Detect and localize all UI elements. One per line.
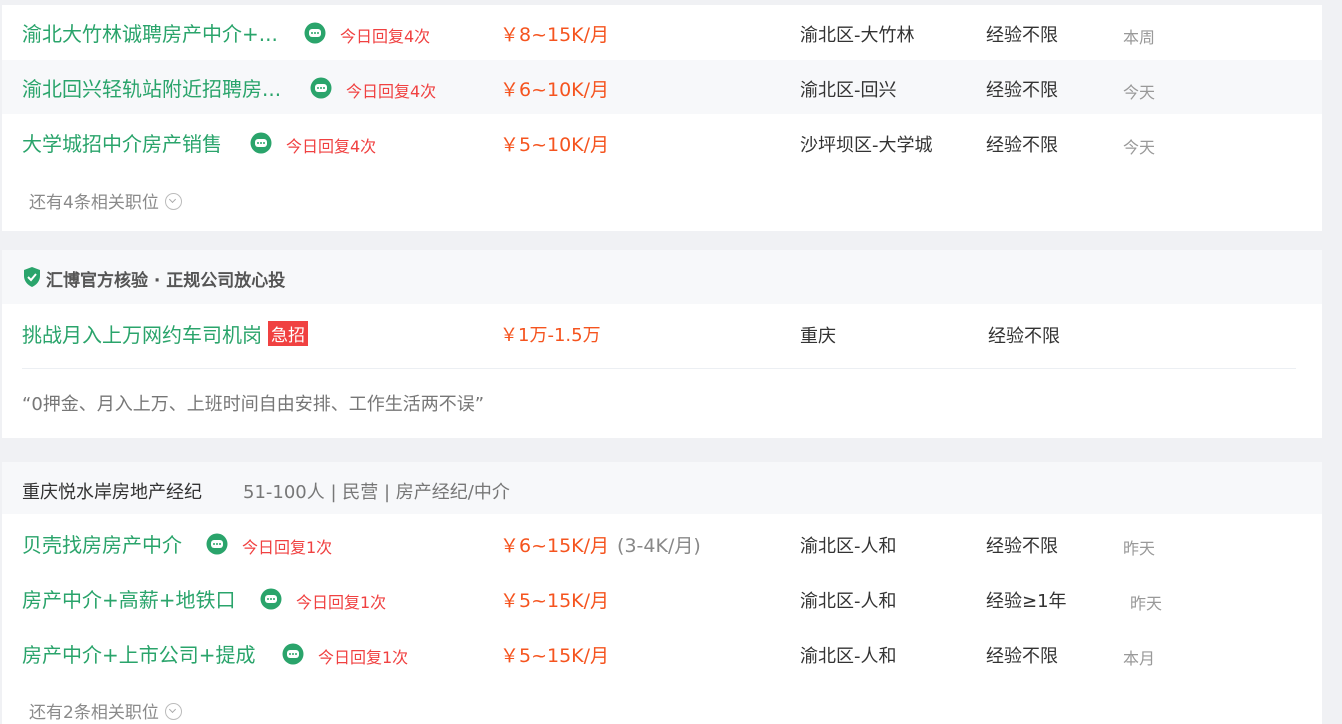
company-name-link[interactable]: 重庆悦水岸房地产经纪 <box>22 478 202 504</box>
post-date: 今天 <box>1123 138 1156 157</box>
chat-bubble-icon[interactable] <box>250 132 272 154</box>
job-row[interactable]: 贝壳找房房产中介 今日回复1次 ￥6~15K/月 (3-4K/月) 渝北区-人和 … <box>2 516 1322 570</box>
salary: ￥8~15K/月 <box>500 24 610 46</box>
salary: ￥6~10K/月 <box>500 79 610 101</box>
reply-count: 今日回复4次 <box>346 82 437 101</box>
chat-bubble-icon[interactable] <box>260 588 282 610</box>
job-card-2: 汇博官方核验 · 正规公司放心投 挑战月入上万网约车司机岗 急招 ￥1万-1.5万… <box>2 250 1322 438</box>
job-title-link[interactable]: 挑战月入上万网约车司机岗 急招 <box>22 319 308 348</box>
location: 沙坪坝区-大学城 <box>800 135 933 156</box>
location: 渝北区-大竹林 <box>800 25 915 46</box>
job-row[interactable]: 房产中介+上市公司+提成 今日回复1次 ￥5~15K/月 渝北区-人和 经验不限… <box>2 626 1322 680</box>
more-jobs-label: 还有4条相关职位 <box>29 193 159 213</box>
experience: 经验不限 <box>986 25 1058 46</box>
experience: 经验不限 <box>986 80 1058 101</box>
experience: 经验不限 <box>988 326 1060 347</box>
post-date: 昨天 <box>1130 594 1163 613</box>
salary-base: (3-4K/月) <box>617 535 701 557</box>
job-row[interactable]: 渝北大竹林诚聘房产中介+... 今日回复4次 ￥8~15K/月 渝北区-大竹林 … <box>2 5 1322 59</box>
job-title-link[interactable]: 房产中介+上市公司+提成 <box>22 639 256 668</box>
reply-count: 今日回复1次 <box>296 593 387 612</box>
experience: 经验不限 <box>986 536 1058 557</box>
job-title-link[interactable]: 房产中介+高薪+地铁口 <box>22 584 236 613</box>
salary: ￥5~15K/月 <box>500 590 610 612</box>
more-jobs-label: 还有2条相关职位 <box>29 703 159 723</box>
shield-check-icon <box>24 267 40 287</box>
salary: ￥1万-1.5万 <box>500 325 601 346</box>
salary: ￥5~10K/月 <box>500 134 610 156</box>
experience: 经验不限 <box>986 646 1058 667</box>
circle-down-icon <box>164 703 182 720</box>
more-jobs-link[interactable]: 还有4条相关职位 <box>29 188 182 213</box>
circle-down-icon <box>164 193 182 210</box>
reply-count: 今日回复1次 <box>242 538 333 557</box>
post-date: 本月 <box>1123 649 1156 668</box>
job-row[interactable]: 渝北回兴轻轨站附近招聘房... 今日回复4次 ￥6~10K/月 渝北区-回兴 经… <box>2 60 1322 114</box>
chat-bubble-icon[interactable] <box>310 77 332 99</box>
company-card: 重庆悦水岸房地产经纪 51-100人 | 民营 | 房产经纪/中介 贝壳找房房产… <box>2 462 1322 724</box>
chat-bubble-icon[interactable] <box>282 643 304 665</box>
more-jobs-link[interactable]: 还有2条相关职位 <box>29 698 182 723</box>
reply-count: 今日回复4次 <box>286 137 377 156</box>
job-title-link[interactable]: 大学城招中介房产销售 <box>22 128 222 157</box>
location: 渝北区-人和 <box>800 646 897 667</box>
post-date: 今天 <box>1123 83 1156 102</box>
reply-count: 今日回复1次 <box>318 648 409 667</box>
post-date: 昨天 <box>1123 539 1156 558</box>
verify-text: 汇博官方核验 · 正规公司放心投 <box>46 271 286 291</box>
location: 重庆 <box>800 326 836 347</box>
job-row[interactable]: 大学城招中介房产销售 今日回复4次 ￥5~10K/月 沙坪坝区-大学城 经验不限… <box>2 115 1322 169</box>
job-description: “0押金、月入上万、上班时间自由安排、工作生活两不误” <box>22 394 485 415</box>
reply-count: 今日回复4次 <box>340 27 431 46</box>
salary-value: ￥6~15K/月 <box>500 535 610 557</box>
location: 渝北区-人和 <box>800 591 897 612</box>
job-title-link[interactable]: 贝壳找房房产中介 <box>22 529 182 558</box>
experience: 经验≥1年 <box>986 591 1067 612</box>
experience: 经验不限 <box>986 135 1058 156</box>
divider <box>22 368 1296 369</box>
job-row[interactable]: 房产中介+高薪+地铁口 今日回复1次 ￥5~15K/月 渝北区-人和 经验≥1年… <box>2 571 1322 625</box>
job-title-text: 挑战月入上万网约车司机岗 <box>22 323 262 347</box>
chat-bubble-icon[interactable] <box>304 22 326 44</box>
post-date: 本周 <box>1123 28 1156 47</box>
location: 渝北区-回兴 <box>800 80 897 101</box>
urgent-badge: 急招 <box>268 321 308 346</box>
company-header: 重庆悦水岸房地产经纪 51-100人 | 民营 | 房产经纪/中介 <box>2 462 1322 514</box>
chat-bubble-icon[interactable] <box>206 533 228 555</box>
salary: ￥5~15K/月 <box>500 645 610 667</box>
job-title-link[interactable]: 渝北大竹林诚聘房产中介+... <box>22 18 278 47</box>
job-title-link[interactable]: 渝北回兴轻轨站附近招聘房... <box>22 73 281 102</box>
salary: ￥6~15K/月 (3-4K/月) <box>500 531 701 558</box>
verify-banner: 汇博官方核验 · 正规公司放心投 <box>2 250 1322 304</box>
job-row[interactable]: 挑战月入上万网约车司机岗 急招 ￥1万-1.5万 重庆 经验不限 <box>2 306 1322 360</box>
job-card-1: 渝北大竹林诚聘房产中介+... 今日回复4次 ￥8~15K/月 渝北区-大竹林 … <box>2 5 1322 231</box>
location: 渝北区-人和 <box>800 536 897 557</box>
company-info: 51-100人 | 民营 | 房产经纪/中介 <box>243 482 510 503</box>
